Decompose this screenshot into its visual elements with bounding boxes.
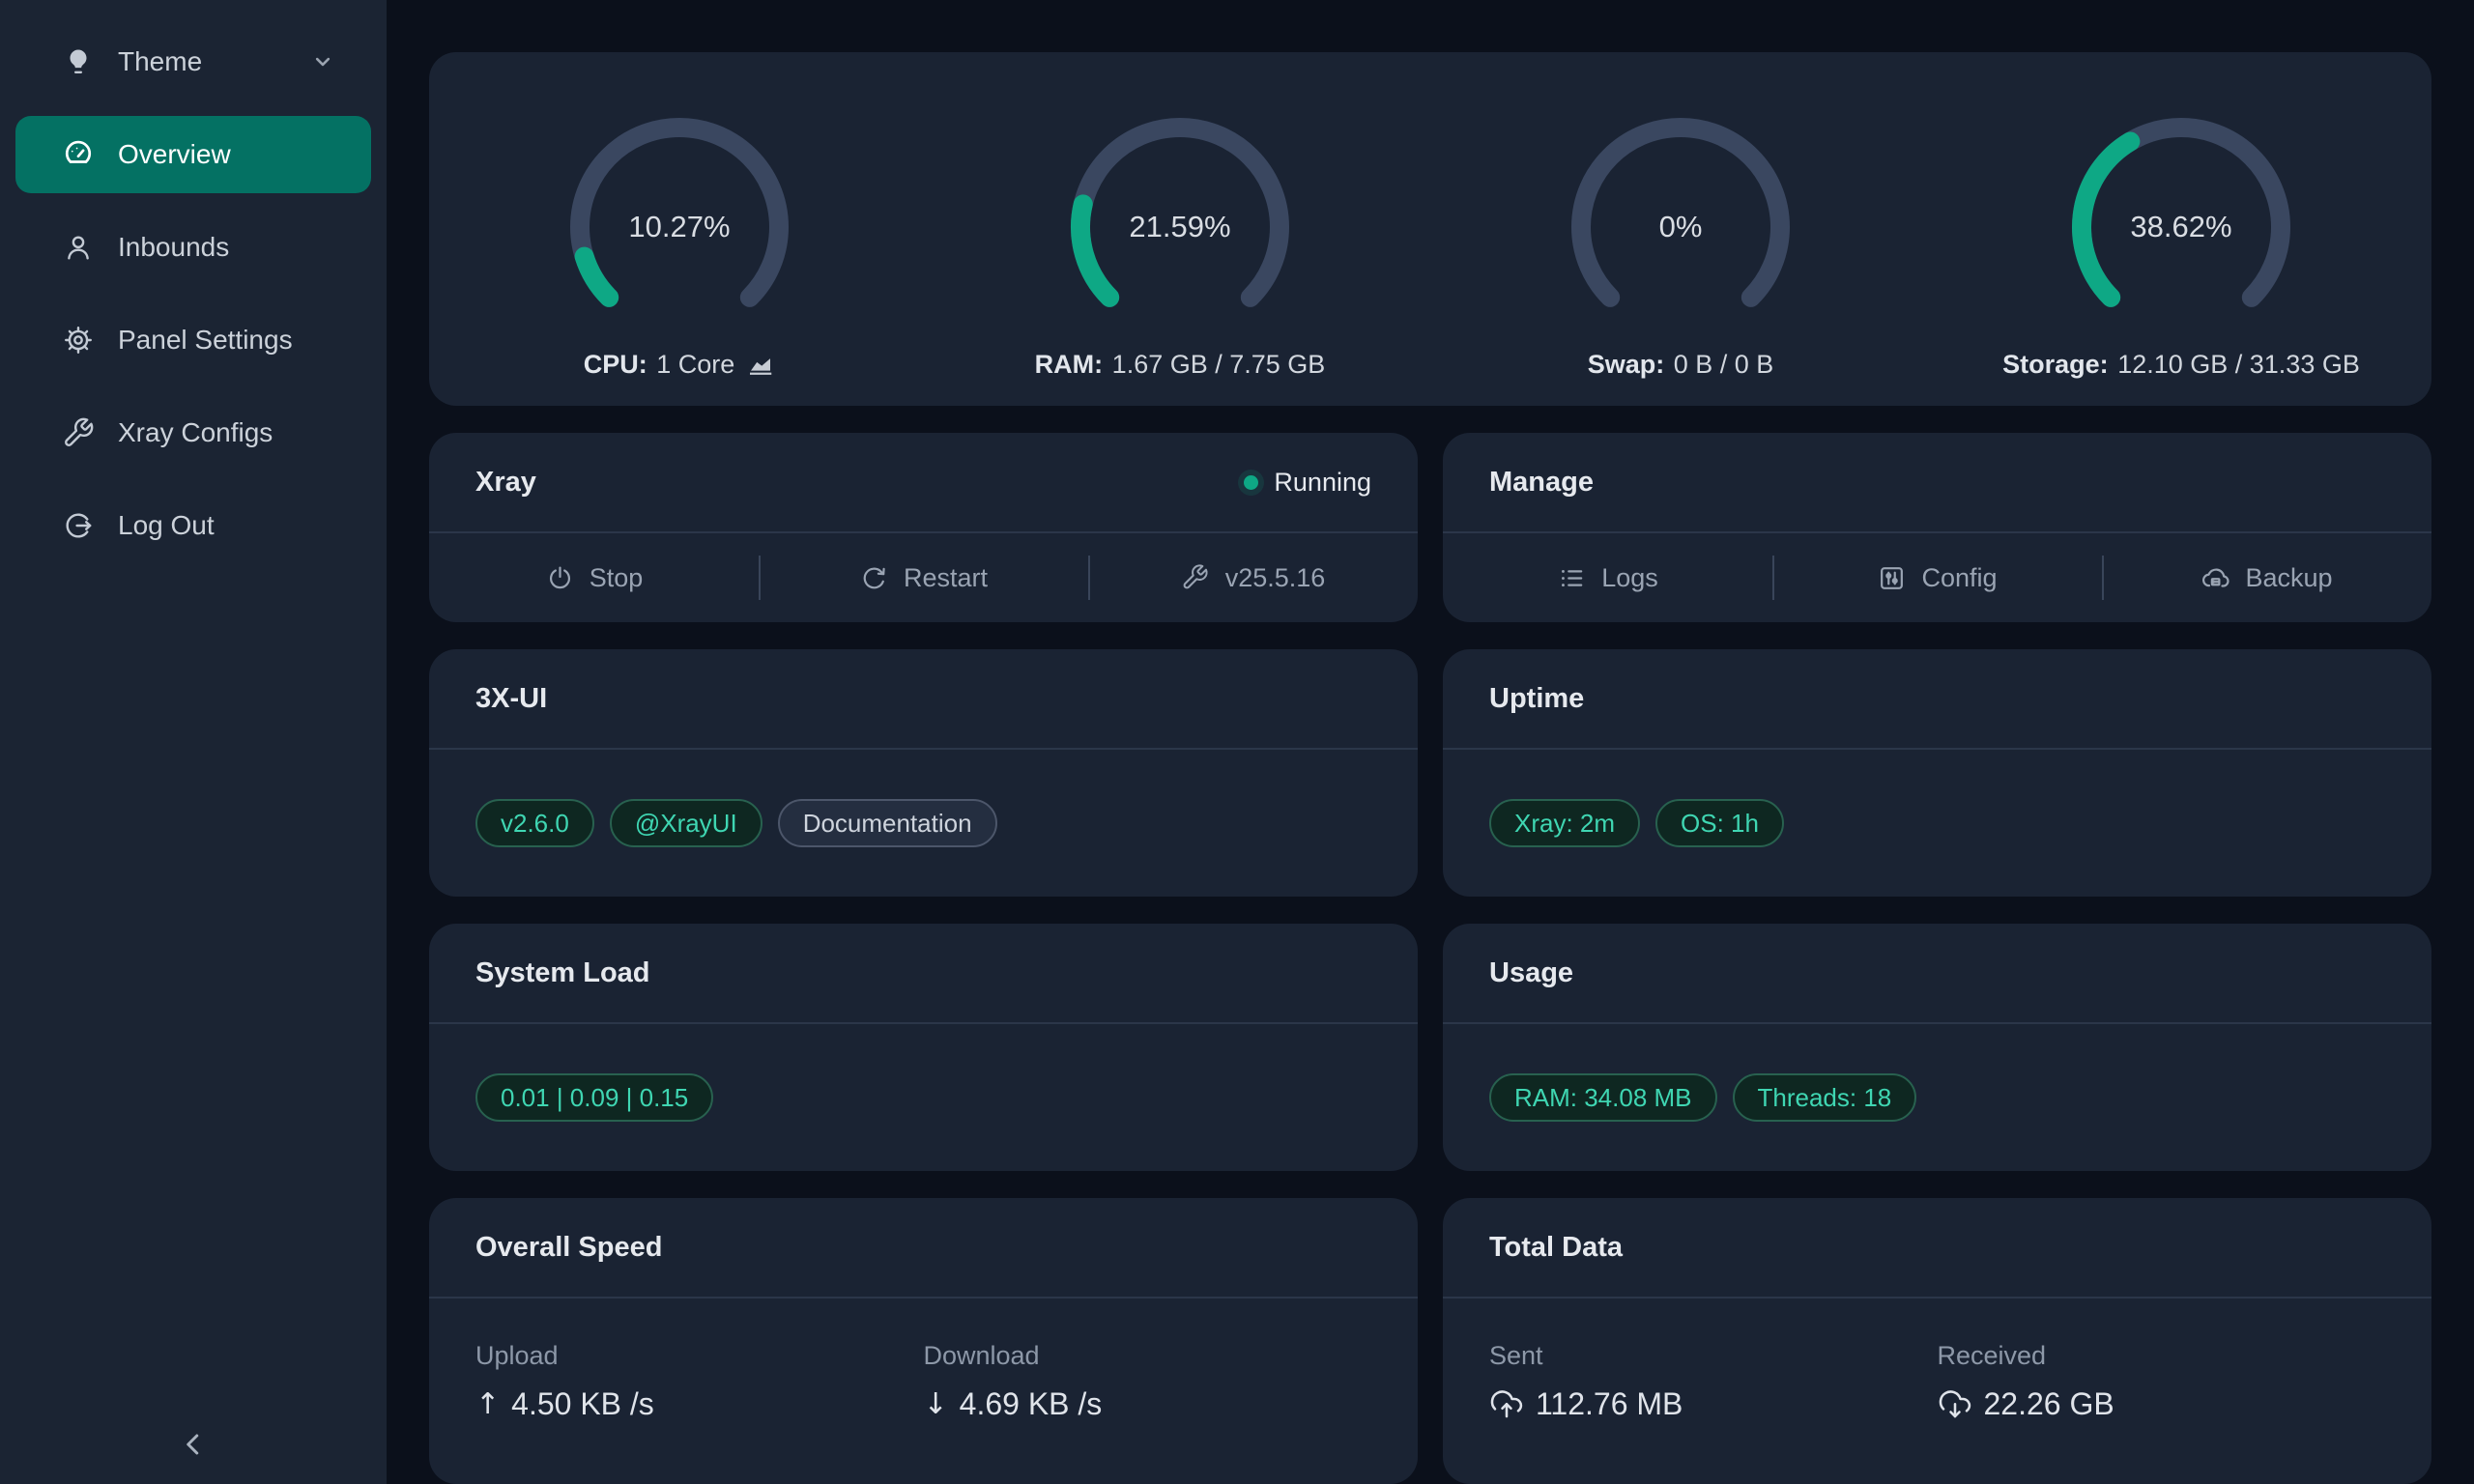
total-data-title: Total Data xyxy=(1489,1232,1623,1264)
system-load-title: System Load xyxy=(475,957,650,989)
cpu-percent: 10.27% xyxy=(559,106,800,348)
sent-stat: Sent 112.76 MB xyxy=(1489,1341,1938,1484)
uptime-card-title: Uptime xyxy=(1489,683,1584,715)
swap-label: Swap: 0 B / 0 B xyxy=(1588,350,1774,380)
sent-value: 112.76 MB xyxy=(1489,1386,1938,1422)
total-data-card: Total Data Sent xyxy=(1443,1198,2431,1484)
logout-icon xyxy=(62,509,95,542)
uptime-card: Uptime Xray: 2m OS: 1h xyxy=(1443,649,2431,897)
system-load-card: System Load 0.01 | 0.09 | 0.15 xyxy=(429,924,1418,1171)
manage-card-title: Manage xyxy=(1489,467,1594,499)
swap-gauge: 0% Swap: 0 B / 0 B xyxy=(1430,106,1931,406)
config-button[interactable]: Config xyxy=(1772,533,2102,622)
restart-button[interactable]: Restart xyxy=(759,533,1088,622)
user-icon xyxy=(62,231,95,264)
ram-percent: 21.59% xyxy=(1059,106,1301,348)
version-badge[interactable]: v2.6.0 xyxy=(475,799,594,847)
main-content: 10.27% CPU: 1 Core 21.59% xyxy=(387,0,2474,1484)
threads-badge: Threads: 18 xyxy=(1733,1073,1917,1122)
xui-card: 3X-UI v2.6.0 @XrayUI Documentation xyxy=(429,649,1418,897)
ram-label: RAM: 1.67 GB / 7.75 GB xyxy=(1035,350,1326,380)
restart-icon xyxy=(859,563,889,593)
received-label: Received xyxy=(1938,1341,2386,1371)
swap-percent: 0% xyxy=(1560,106,1801,348)
chevron-down-icon xyxy=(309,48,336,75)
storage-label: Storage: 12.10 GB / 31.33 GB xyxy=(2002,350,2360,380)
ram-usage-badge: RAM: 34.08 MB xyxy=(1489,1073,1717,1122)
sliders-icon xyxy=(1877,563,1907,593)
ram-gauge: 21.59% RAM: 1.67 GB / 7.75 GB xyxy=(930,106,1430,406)
xrayui-badge[interactable]: @XrayUI xyxy=(610,799,762,847)
documentation-badge[interactable]: Documentation xyxy=(778,799,997,847)
power-icon xyxy=(545,563,575,593)
sidebar: Theme Overview xyxy=(0,0,387,1484)
overall-speed-card: Overall Speed Upload ↑ 4.50 KB /s Downlo… xyxy=(429,1198,1418,1484)
os-uptime-badge: OS: 1h xyxy=(1655,799,1784,847)
sidebar-item-label: Panel Settings xyxy=(118,325,293,356)
storage-gauge: 38.62% Storage: 12.10 GB / 31.33 GB xyxy=(1931,106,2431,406)
area-chart-icon[interactable] xyxy=(746,351,775,380)
sidebar-item-label: Log Out xyxy=(118,510,215,541)
list-icon xyxy=(1557,563,1587,593)
storage-percent: 38.62% xyxy=(2060,106,2302,348)
download-label: Download xyxy=(924,1341,1372,1371)
cloud-upload-icon xyxy=(1489,1387,1524,1422)
wrench-icon xyxy=(1181,563,1211,593)
download-value: ↓ 4.69 KB /s xyxy=(924,1386,1372,1422)
cloud-server-icon xyxy=(2201,563,2230,593)
sidebar-item-label: Overview xyxy=(118,139,231,170)
arrow-down-icon: ↓ xyxy=(924,1387,948,1421)
upload-value: ↑ 4.50 KB /s xyxy=(475,1386,924,1422)
stop-button[interactable]: Stop xyxy=(429,533,759,622)
sidebar-nav: Theme Overview xyxy=(0,23,387,564)
usage-card-title: Usage xyxy=(1489,957,1573,989)
xray-version-button[interactable]: v25.5.16 xyxy=(1088,533,1418,622)
xray-uptime-badge: Xray: 2m xyxy=(1489,799,1640,847)
lightbulb-icon xyxy=(62,45,95,78)
sidebar-item-label: Inbounds xyxy=(118,232,229,263)
upload-stat: Upload ↑ 4.50 KB /s xyxy=(475,1341,924,1484)
backup-button[interactable]: Backup xyxy=(2102,533,2431,622)
upload-label: Upload xyxy=(475,1341,924,1371)
xray-card-title: Xray xyxy=(475,467,536,499)
sidebar-item-xray-configs[interactable]: Xray Configs xyxy=(15,394,371,471)
logs-button[interactable]: Logs xyxy=(1443,533,1772,622)
cpu-label: CPU: 1 Core xyxy=(584,350,776,380)
sidebar-item-panel-settings[interactable]: Panel Settings xyxy=(15,301,371,379)
xray-status: Running xyxy=(1244,468,1371,498)
load-average-badge: 0.01 | 0.09 | 0.15 xyxy=(475,1073,713,1122)
manage-card: Manage xyxy=(1443,433,2431,622)
sidebar-item-inbounds[interactable]: Inbounds xyxy=(15,209,371,286)
sidebar-item-label: Theme xyxy=(118,46,202,77)
overall-speed-title: Overall Speed xyxy=(475,1232,662,1264)
wrench-icon xyxy=(62,416,95,449)
received-stat: Received 22.26 GB xyxy=(1938,1341,2386,1484)
sidebar-collapse-button[interactable] xyxy=(0,1427,387,1467)
arrow-up-icon: ↑ xyxy=(475,1387,500,1421)
gear-icon xyxy=(62,324,95,357)
sidebar-item-theme[interactable]: Theme xyxy=(15,23,371,100)
chevron-left-icon xyxy=(176,1427,211,1467)
received-value: 22.26 GB xyxy=(1938,1386,2386,1422)
xray-card: Xray Running Stop xyxy=(429,433,1418,622)
sidebar-item-overview[interactable]: Overview xyxy=(15,116,371,193)
system-gauges-card: 10.27% CPU: 1 Core 21.59% xyxy=(429,52,2431,406)
sidebar-item-label: Xray Configs xyxy=(118,417,273,448)
download-stat: Download ↓ 4.69 KB /s xyxy=(924,1341,1372,1484)
sent-label: Sent xyxy=(1489,1341,1938,1371)
usage-card: Usage RAM: 34.08 MB Threads: 18 xyxy=(1443,924,2431,1171)
app-root: Theme Overview xyxy=(0,0,2474,1484)
cloud-download-icon xyxy=(1938,1387,1972,1422)
sidebar-item-logout[interactable]: Log Out xyxy=(15,487,371,564)
xray-status-text: Running xyxy=(1274,468,1371,498)
status-dot xyxy=(1244,475,1258,490)
gauge-icon xyxy=(62,138,95,171)
cpu-gauge: 10.27% CPU: 1 Core xyxy=(429,106,930,406)
xui-card-title: 3X-UI xyxy=(475,683,547,715)
